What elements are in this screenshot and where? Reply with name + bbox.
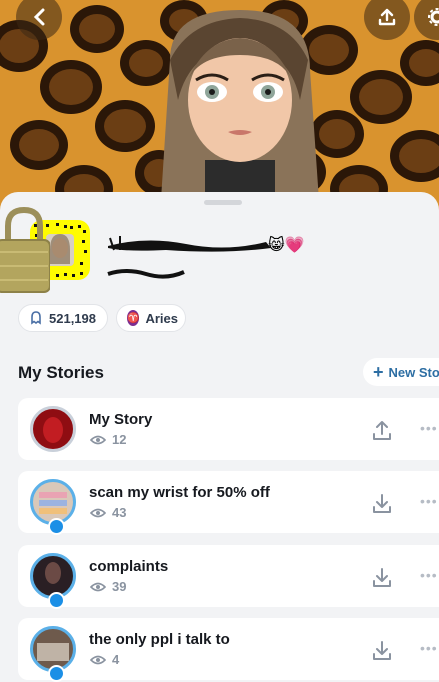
download-icon[interactable] (370, 491, 394, 515)
story-title: My Story (89, 411, 153, 428)
drag-handle[interactable] (204, 200, 242, 205)
new-story-label: New Sto (388, 364, 439, 380)
story-row[interactable]: the only ppl i talk to 4 ••• (18, 618, 439, 682)
private-lock-badge (48, 518, 65, 535)
snap-score-pill[interactable]: 521,198 (18, 304, 108, 332)
padlock-icon (0, 206, 50, 293)
more-icon[interactable]: ••• (420, 640, 438, 656)
story-row[interactable]: scan my wrist for 50% off 43 ••• (18, 471, 439, 535)
story-row[interactable]: complaints 39 ••• (18, 545, 439, 609)
bitmoji-avatar (160, 10, 320, 215)
my-stories-heading: My Stories (18, 363, 104, 382)
more-icon[interactable]: ••• (420, 567, 438, 583)
story-views: 4 (90, 652, 119, 667)
aries-icon: ♈ (127, 310, 140, 326)
story-views: 43 (90, 505, 126, 520)
more-icon[interactable]: ••• (420, 420, 438, 436)
zodiac-label: Aries (145, 310, 178, 326)
private-lock-badge (48, 592, 65, 609)
story-views: 39 (90, 579, 126, 594)
bitmoji-banner (0, 0, 439, 215)
download-icon[interactable] (370, 638, 394, 662)
story-title: the only ppl i talk to (89, 631, 230, 648)
story-views: 12 (90, 432, 126, 447)
story-view-count: 4 (112, 652, 120, 667)
eye-icon (90, 508, 106, 517)
new-story-button[interactable]: + New Sto (363, 358, 439, 386)
private-lock-badge (48, 665, 65, 682)
download-icon[interactable] (370, 565, 394, 589)
chevron-left-icon (33, 8, 45, 26)
snap-score-value: 521,198 (49, 310, 96, 326)
zodiac-pill[interactable]: ♈ Aries (116, 304, 186, 332)
gear-icon (428, 8, 439, 26)
name-emoji: 😸💗 (268, 235, 305, 254)
story-title: complaints (89, 558, 169, 575)
eye-icon (90, 435, 106, 444)
eye-icon (90, 655, 106, 664)
story-view-count: 12 (112, 432, 127, 447)
back-button[interactable] (16, 0, 62, 40)
story-thumbnail (30, 406, 76, 452)
more-icon[interactable]: ••• (420, 493, 438, 509)
eye-icon (90, 582, 106, 591)
story-row[interactable]: My Story 12 ••• (18, 398, 439, 460)
settings-button[interactable] (414, 0, 439, 40)
plus-icon: + (373, 362, 384, 382)
story-view-count: 43 (112, 505, 127, 520)
share-button[interactable] (364, 0, 410, 40)
display-name-redacted: 😸💗 (108, 235, 305, 254)
story-title: scan my wrist for 50% off (89, 484, 270, 501)
ghost-icon (31, 311, 41, 325)
upload-icon[interactable] (370, 418, 394, 442)
username-redacted (107, 269, 185, 279)
upload-icon (378, 8, 396, 26)
story-view-count: 39 (112, 579, 127, 594)
